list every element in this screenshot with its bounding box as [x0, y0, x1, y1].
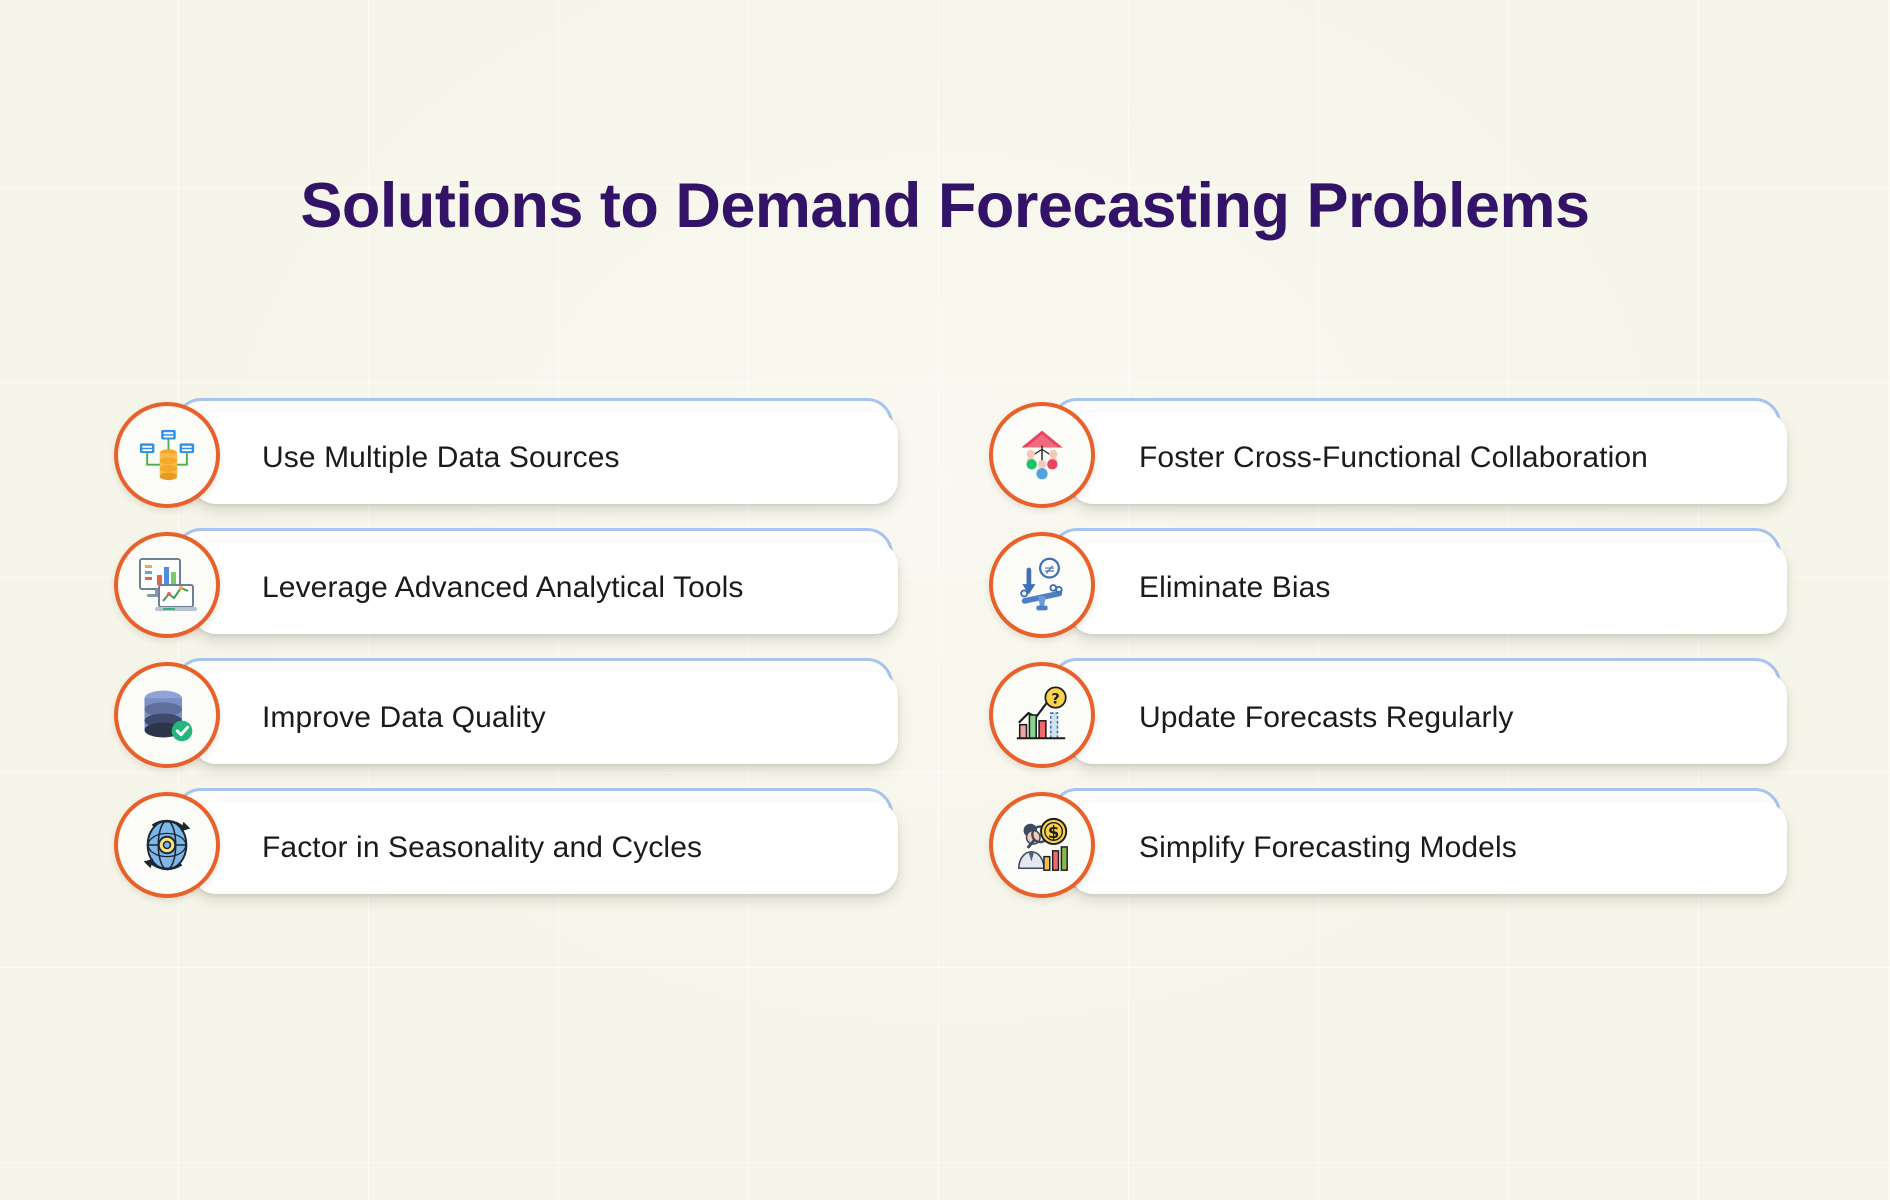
solution-card[interactable]: Simplify Forecasting Models	[1069, 802, 1787, 894]
solution-label: Improve Data Quality	[262, 701, 546, 734]
solution-card[interactable]: Factor in Seasonality and Cycles	[192, 802, 898, 894]
list-item[interactable]: Eliminate Bias ≠	[989, 520, 1890, 650]
list-item[interactable]: Simplify Forecasting Models $	[989, 780, 1890, 910]
solution-label: Update Forecasts Regularly	[1139, 701, 1514, 734]
seesaw-balance-icon: ≠	[989, 532, 1095, 638]
solution-card[interactable]: Use Multiple Data Sources	[192, 412, 898, 504]
solutions-columns: Use Multiple Data Sources Leverage Advan…	[0, 390, 1890, 910]
database-check-icon	[114, 662, 220, 768]
database-network-icon	[114, 402, 220, 508]
list-item[interactable]: Use Multiple Data Sources	[62, 390, 963, 520]
solution-card[interactable]: Update Forecasts Regularly	[1069, 672, 1787, 764]
list-item[interactable]: Update Forecasts Regularly ?	[989, 650, 1890, 780]
solution-card[interactable]: Eliminate Bias	[1069, 542, 1787, 634]
solution-label: Simplify Forecasting Models	[1139, 831, 1517, 864]
solution-label: Use Multiple Data Sources	[262, 441, 620, 474]
solution-card[interactable]: Leverage Advanced Analytical Tools	[192, 542, 898, 634]
solution-label: Eliminate Bias	[1139, 571, 1331, 604]
list-item[interactable]: Foster Cross-Functional Collaboration	[989, 390, 1890, 520]
solution-label: Leverage Advanced Analytical Tools	[262, 571, 744, 604]
svg-text:$: $	[1048, 823, 1059, 842]
right-column: Foster Cross-Functional Collaboration El…	[963, 390, 1890, 910]
solution-label: Factor in Seasonality and Cycles	[262, 831, 703, 864]
list-item[interactable]: Factor in Seasonality and Cycles	[62, 780, 963, 910]
solution-card[interactable]: Foster Cross-Functional Collaboration	[1069, 412, 1787, 504]
svg-text:≠: ≠	[1044, 562, 1056, 578]
bar-chart-question-icon: ?	[989, 662, 1095, 768]
svg-text:?: ?	[1051, 691, 1059, 707]
solution-label: Foster Cross-Functional Collaboration	[1139, 441, 1648, 474]
left-column: Use Multiple Data Sources Leverage Advan…	[0, 390, 963, 910]
globe-gear-cycle-icon	[114, 792, 220, 898]
list-item[interactable]: Leverage Advanced Analytical Tools	[62, 520, 963, 650]
analyst-money-chart-icon: $	[989, 792, 1095, 898]
list-item[interactable]: Improve Data Quality	[62, 650, 963, 780]
page-title: Solutions to Demand Forecasting Problems	[300, 171, 1590, 242]
team-hierarchy-icon	[989, 402, 1095, 508]
solution-card[interactable]: Improve Data Quality	[192, 672, 898, 764]
analytics-dashboard-icon	[114, 532, 220, 638]
